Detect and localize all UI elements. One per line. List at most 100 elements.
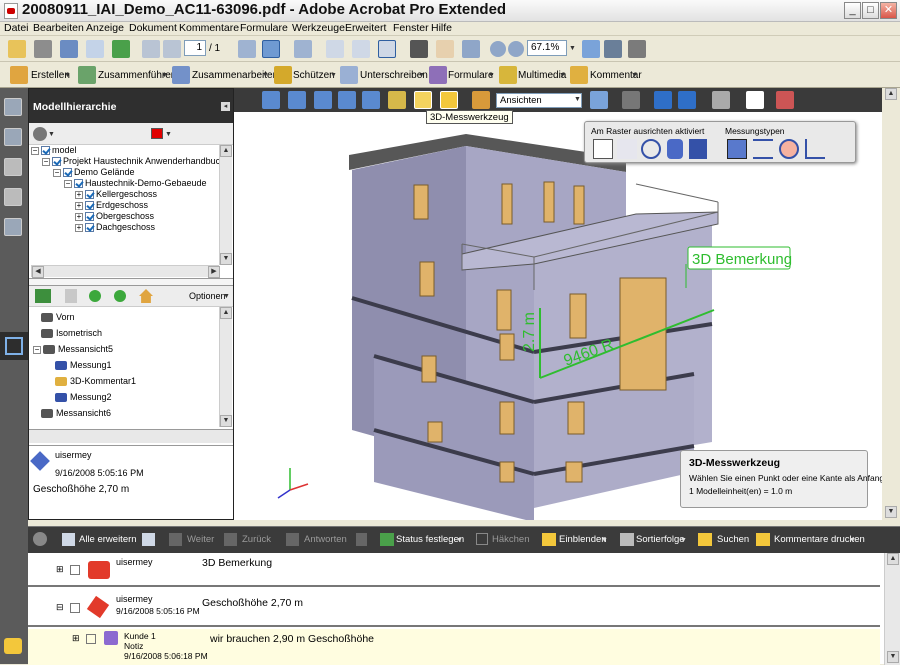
collapse-toggle-icon[interactable]: ⊟	[56, 602, 64, 613]
pages-icon[interactable]	[4, 98, 22, 116]
chevron-down-icon[interactable]: ▼	[574, 96, 581, 103]
tree-node[interactable]: − Projekt Haustechnik Anwenderhandbuch	[31, 156, 231, 167]
expand-toggle-icon[interactable]: +	[75, 190, 83, 199]
scroll-up-icon[interactable]: ▲	[887, 553, 899, 565]
menu-fenster[interactable]: Fenster	[393, 22, 429, 34]
comment-row[interactable]: ⊞ uisermey 3D Bemerkung	[28, 553, 880, 587]
email-icon[interactable]	[86, 40, 104, 58]
previous-page-icon[interactable]	[142, 40, 160, 58]
combine-icon[interactable]	[78, 66, 96, 84]
view-item[interactable]: − Messansicht5	[31, 341, 217, 357]
zoom-tool-icon[interactable]	[462, 40, 480, 58]
expand-all-button[interactable]: Alle erweitern	[79, 534, 137, 545]
comments-scrollbar[interactable]: ▲ ▼	[884, 553, 900, 665]
set-status-button[interactable]: Status festlegen	[396, 534, 464, 545]
zoom-3d-icon[interactable]	[338, 91, 356, 109]
menu-hilfe[interactable]: Hilfe	[431, 22, 452, 34]
render-mode-icon[interactable]	[678, 91, 696, 109]
chevron-down-icon[interactable]: ▼	[559, 72, 566, 79]
expand-toggle-icon[interactable]: +	[75, 223, 83, 232]
3d-comment-icon[interactable]	[440, 91, 458, 109]
signatures-icon[interactable]	[4, 218, 22, 236]
show-icon[interactable]	[542, 533, 556, 546]
collapse-toggle-icon[interactable]: −	[33, 345, 41, 354]
comment-row[interactable]: ⊟ uisermey 9/16/2008 5:05:16 PM Geschoßh…	[28, 589, 880, 627]
rotate-3d-icon[interactable]	[262, 91, 280, 109]
comment-checkbox[interactable]	[70, 603, 80, 613]
collapse-all-icon[interactable]	[142, 533, 155, 546]
print-comments-icon[interactable]	[756, 533, 770, 546]
scroll-up-icon[interactable]: ▲	[885, 88, 897, 100]
menu-formulare[interactable]: Formulare	[240, 22, 288, 34]
perpendicular-measure-icon[interactable]	[753, 139, 773, 159]
menu-kommentare[interactable]: Kommentare	[179, 22, 239, 34]
scroll-up-icon[interactable]: ▲	[220, 145, 232, 157]
visibility-checkbox[interactable]	[85, 212, 94, 222]
expand-toggle-icon[interactable]: ⊞	[72, 633, 80, 644]
comment-checkbox[interactable]	[86, 634, 96, 644]
zoom-out-icon[interactable]	[490, 41, 506, 57]
view-item[interactable]: Messung2	[31, 389, 217, 405]
model-tree-tab[interactable]	[0, 332, 28, 360]
select-tool-icon[interactable]	[410, 40, 428, 58]
snap-line-icon[interactable]	[617, 139, 637, 159]
attachments-icon[interactable]	[4, 158, 22, 176]
model-tree-toggle-icon[interactable]	[590, 91, 608, 109]
camera-properties-icon[interactable]	[388, 91, 406, 109]
show-button[interactable]: Einblenden	[559, 534, 607, 545]
gear-icon[interactable]	[33, 532, 47, 546]
presentation-icon[interactable]	[582, 40, 600, 58]
angle-measure-icon[interactable]	[805, 139, 825, 159]
chevron-down-icon[interactable]: ▼	[849, 537, 856, 544]
scroll-down-icon[interactable]: ▼	[885, 506, 897, 518]
close-button[interactable]: ✕	[880, 2, 897, 19]
status-icon[interactable]	[380, 533, 394, 546]
expand-toggle-icon[interactable]: ⊞	[56, 564, 64, 575]
collaborate-icon[interactable]	[172, 66, 190, 84]
tree-hscrollbar[interactable]: ◀ ▶	[31, 265, 220, 278]
full-screen-icon[interactable]	[262, 40, 280, 58]
snap-edge-icon[interactable]	[593, 139, 613, 159]
spin-icon[interactable]	[288, 91, 306, 109]
document-scrollbar[interactable]: ▲ ▼	[882, 88, 900, 520]
visibility-checkbox[interactable]	[85, 223, 94, 233]
collapse-toggle-icon[interactable]: −	[42, 157, 50, 166]
search-icon[interactable]	[698, 533, 712, 546]
scroll-up-icon[interactable]: ▲	[220, 307, 232, 319]
save-icon[interactable]	[60, 40, 78, 58]
views-scrollbar[interactable]: ▲ ▼	[219, 307, 232, 427]
search-button[interactable]: Suchen	[717, 534, 749, 545]
visibility-checkbox[interactable]	[85, 201, 94, 211]
chevron-down-icon[interactable]: ▼	[48, 131, 55, 138]
next-page-icon[interactable]	[163, 40, 181, 58]
document-viewport[interactable]: Ansichten ▼ 9460 R 2.7 m 3D Bemerkung 3D…	[234, 88, 887, 520]
next-view-icon[interactable]	[114, 290, 126, 302]
menu-bearbeiten[interactable]: Bearbeiten	[33, 22, 84, 34]
menu-werkzeuge[interactable]: Werkzeuge	[292, 22, 345, 34]
chevron-down-icon[interactable]: ▼	[64, 72, 71, 79]
panel-collapse-button[interactable]: ◂	[221, 102, 230, 111]
view-item[interactable]: Messansicht6	[31, 405, 217, 421]
chevron-down-icon[interactable]: ▼	[262, 72, 269, 79]
expand-toggle-icon[interactable]: +	[75, 212, 83, 221]
sync-icon[interactable]	[112, 40, 130, 58]
forms-icon[interactable]	[429, 66, 447, 84]
minimize-button[interactable]: _	[844, 2, 861, 19]
fly-icon[interactable]	[362, 91, 380, 109]
chevron-down-icon[interactable]: ▼	[631, 72, 638, 79]
new-view-icon[interactable]	[35, 289, 51, 303]
open-icon[interactable]	[8, 40, 26, 58]
scroll-down-icon[interactable]: ▼	[220, 253, 232, 265]
snapshot-icon[interactable]	[628, 40, 646, 58]
snap-circle-icon[interactable]	[641, 139, 661, 159]
chevron-down-icon[interactable]: ▼	[223, 293, 230, 300]
lighting-icon[interactable]	[712, 91, 730, 109]
chevron-down-icon[interactable]: ▼	[680, 537, 687, 544]
forms-button[interactable]: Formulare	[448, 70, 494, 81]
fit-page-icon[interactable]	[238, 40, 256, 58]
sort-icon[interactable]	[620, 533, 634, 546]
visibility-checkbox[interactable]	[63, 168, 72, 178]
maximize-button[interactable]: □	[862, 2, 879, 19]
expand-toggle-icon[interactable]: +	[75, 201, 83, 210]
tree-node[interactable]: − Haustechnik-Demo-Gebaeude	[31, 178, 231, 189]
